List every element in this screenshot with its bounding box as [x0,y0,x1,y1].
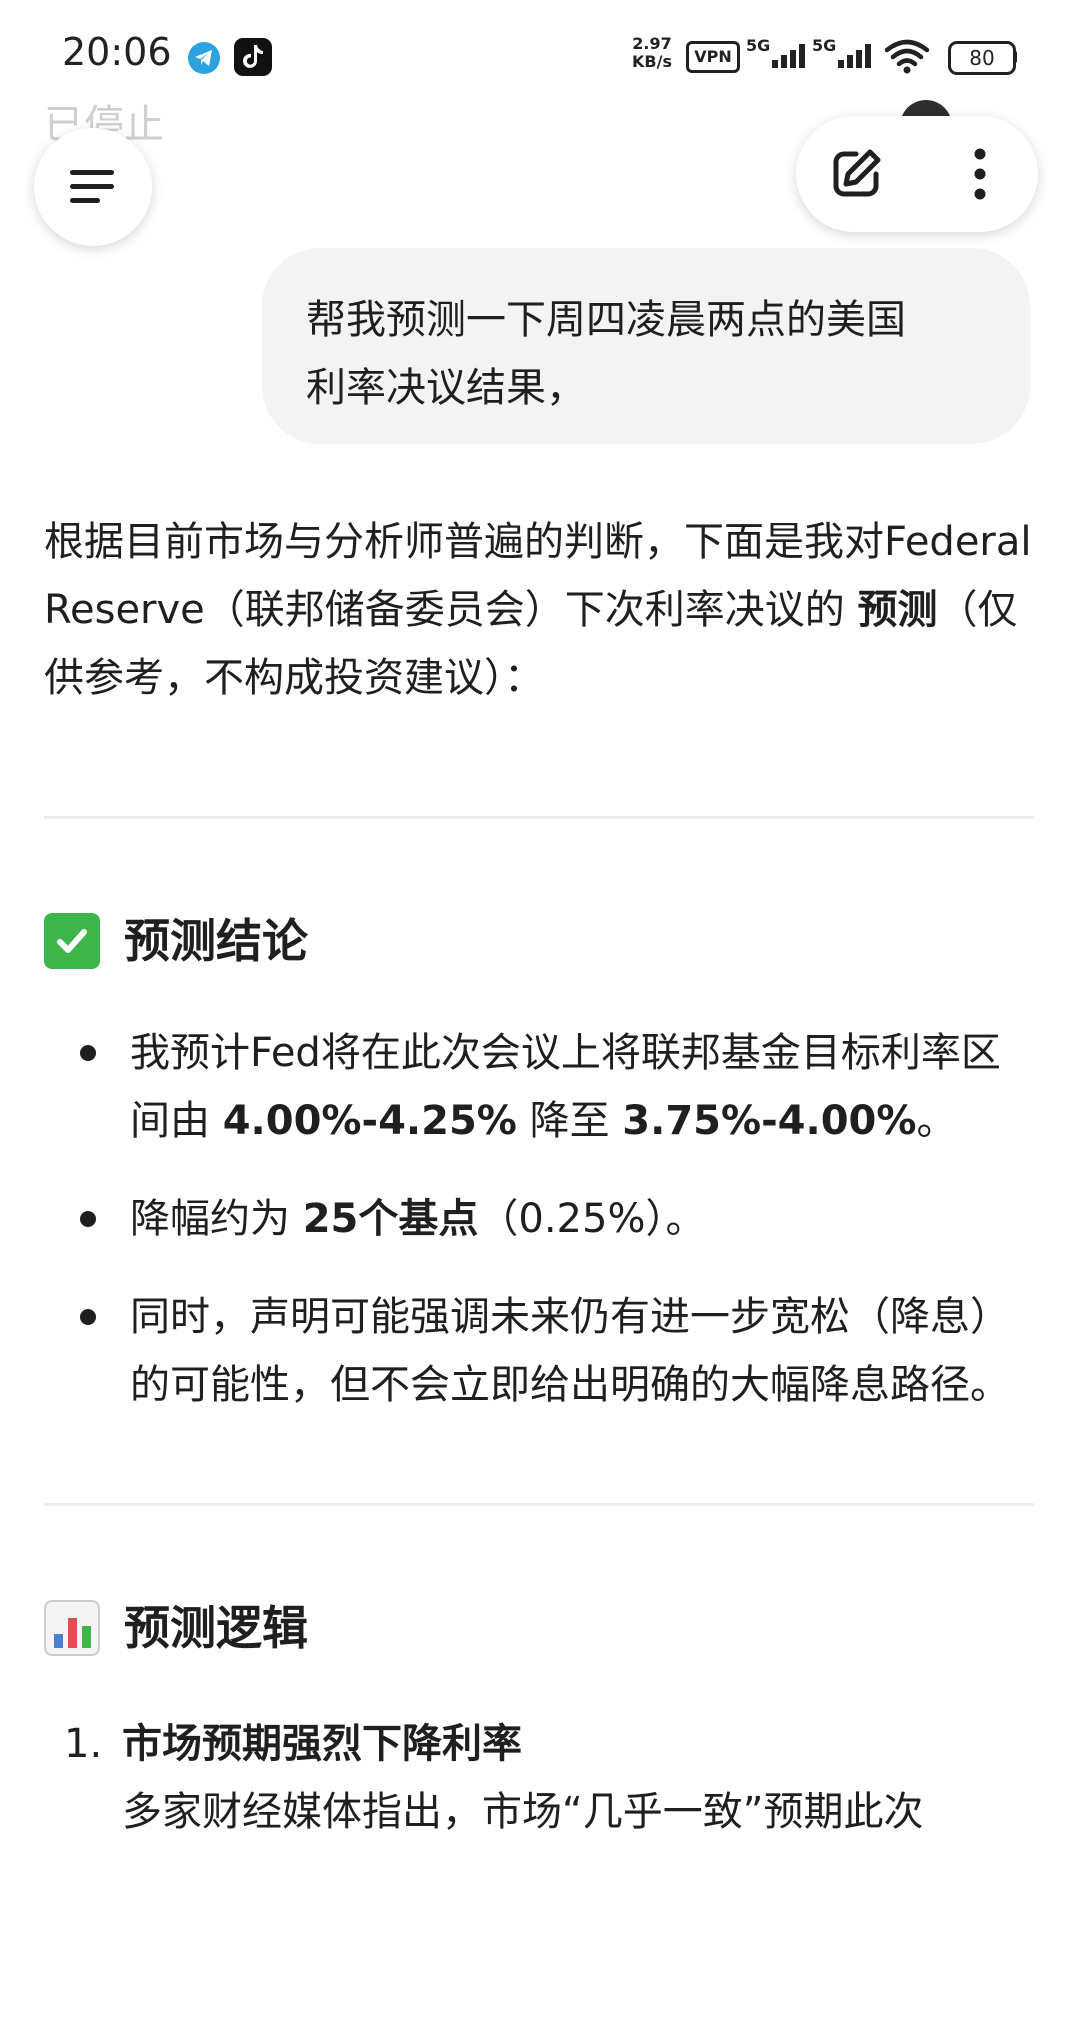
new-chat-button[interactable] [826,144,886,204]
list-item: 降幅约为 25个基点（0.25%）。 [44,1185,1034,1253]
list-item: 我预计Fed将在此次会议上将联邦基金目标利率区间由 4.00%-4.25% 降至… [44,1019,1034,1155]
logic-heading-text: 预测逻辑 [124,1601,308,1655]
user-message-line: 帮我预测一下周四凌晨两点的美国 [306,297,906,343]
network-speed-value: 2.97 [632,34,672,53]
tiktok-icon [234,38,272,76]
bullet-text: （0.25%）。 [478,1196,706,1242]
intro-bold-text: 预测 [857,587,938,633]
vpn-badge: VPN [686,41,740,73]
wifi-icon [884,39,930,74]
list-item-title: 市场预期强烈下降利率 [122,1721,522,1767]
conclusion-heading: 预测结论 [44,911,1034,971]
list-item: 同时，声明可能强调未来仍有进一步宽松（降息）的可能性，但不会立即给出明确的大幅降… [44,1283,1034,1419]
logic-heading: 预测逻辑 [44,1598,1034,1658]
telegram-icon [188,42,220,74]
response-intro: 根据目前市场与分析师普遍的判断，下面是我对Federal Reserve（联邦储… [44,508,1034,712]
bullet-text: 降至 [516,1098,623,1144]
signal-icon-sim1: 5G [746,36,816,76]
network-type-sim1: 5G [746,36,771,55]
divider [44,816,1034,819]
clock: 20:06 [62,30,172,74]
edit-icon [833,149,881,197]
check-mark-icon [44,913,100,969]
bullet-bold-text: 4.00%-4.25% [222,1098,517,1144]
battery-tip [1013,51,1017,63]
divider [44,1503,1034,1506]
conclusion-heading-text: 预测结论 [124,914,308,968]
logic-list: 1. 市场预期强烈下降利率 多家财经媒体指出，市场“几乎一致”预期此次 [44,1710,1034,1846]
battery-icon: 80 [948,41,1016,75]
user-message-bubble[interactable]: 帮我预测一下周四凌晨两点的美国 利率决议结果， [262,248,1030,444]
list-number: 1. [64,1721,103,1767]
conclusion-list: 我预计Fed将在此次会议上将联邦基金目标利率区间由 4.00%-4.25% 降至… [44,1019,1034,1419]
menu-button[interactable] [34,128,152,246]
assistant-response: 根据目前市场与分析师普遍的判断，下面是我对Federal Reserve（联邦储… [44,508,1034,1846]
bullet-bold-text: 25个基点 [302,1196,479,1242]
bar-chart-icon [44,1600,100,1656]
bullet-text: 降幅约为 [130,1196,303,1242]
hamburger-icon [70,170,114,203]
bullet-text: 。 [916,1098,957,1144]
battery-level: 80 [969,46,995,70]
more-options-button[interactable] [950,144,1010,204]
bullet-bold-text: 3.75%-4.00% [622,1098,917,1144]
list-item: 1. 市场预期强烈下降利率 多家财经媒体指出，市场“几乎一致”预期此次 [44,1710,1034,1846]
top-actions [796,116,1038,232]
more-vertical-icon [974,148,986,200]
network-speed: 2.97 KB/s [627,35,677,71]
signal-icon-sim2: 5G [812,36,882,76]
network-speed-unit: KB/s [632,52,672,71]
user-message-line: 利率决议结果， [306,365,586,411]
list-item-text: 多家财经媒体指出，市场“几乎一致”预期此次 [122,1789,924,1835]
network-type-sim2: 5G [812,36,837,55]
